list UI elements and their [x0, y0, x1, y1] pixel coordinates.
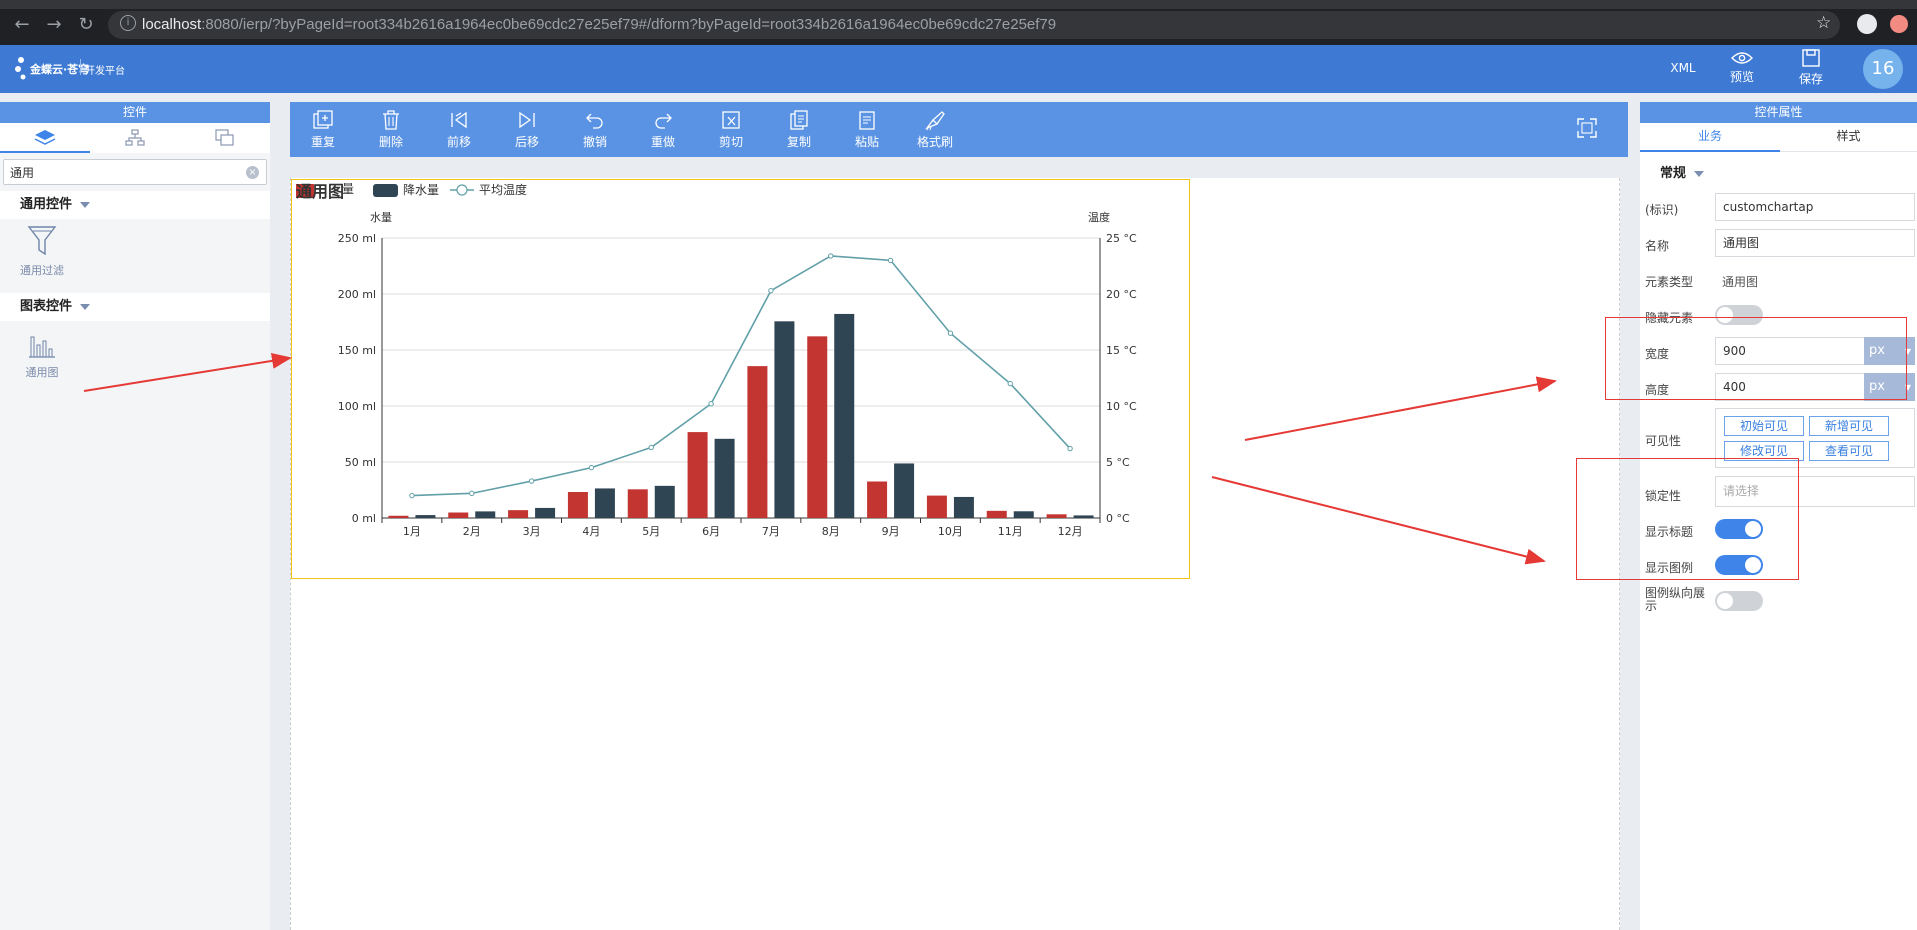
arrow-to-size-props — [1244, 376, 1557, 441]
annotation-arrows — [83, 352, 1557, 565]
arrow-to-toggle-props — [1211, 476, 1546, 565]
arrow-to-chart — [83, 352, 292, 392]
